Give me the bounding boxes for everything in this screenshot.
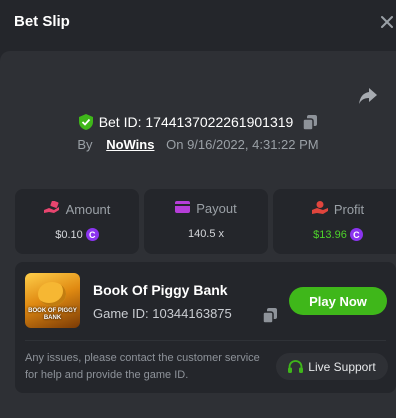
piggy-bank-icon [38, 282, 66, 306]
live-support-label: Live Support [308, 359, 376, 374]
play-now-button[interactable]: Play Now [289, 287, 387, 315]
game-id: Game ID: 10344163875 [93, 306, 232, 321]
live-support-button[interactable]: Live Support [276, 353, 388, 380]
coins-hand-icon [43, 200, 60, 217]
stat-profit: Profit $13.96 C [273, 189, 396, 254]
game-name: Book Of Piggy Bank [93, 282, 228, 298]
divider [25, 340, 386, 341]
headset-icon [288, 359, 304, 374]
share-icon[interactable] [358, 87, 378, 105]
bet-id: Bet ID: 1744137022261901319 [98, 114, 294, 130]
bet-stats: Amount $0.10 C Payout 140.5 x Profit $13… [15, 189, 396, 254]
thumbnail-title: BOOK OF PIGGY BANK [28, 308, 77, 321]
stat-payout: Payout 140.5 x [144, 189, 268, 254]
by-label: By [77, 137, 93, 152]
game-card: BOOK OF PIGGY BANK Book Of Piggy Bank Ga… [15, 262, 396, 393]
support-notice: Any issues, please contact the customer … [25, 352, 260, 381]
money-hand-icon [311, 201, 328, 217]
coin-icon: C [349, 228, 363, 241]
bet-id-row: Bet ID: 1744137022261901319 [0, 114, 396, 134]
header: Bet Slip [0, 0, 396, 44]
stat-payout-value: 140.5 x [187, 228, 225, 240]
game-thumbnail[interactable]: BOOK OF PIGGY BANK [25, 273, 80, 328]
stat-profit-label: Profit [333, 201, 365, 217]
user-link[interactable]: NoWins [106, 137, 154, 152]
close-icon[interactable] [378, 14, 396, 32]
shield-check-icon [78, 114, 93, 130]
bet-author-row: By NoWins On 9/16/2022, 4:31:22 PM [0, 137, 396, 157]
stat-profit-value: $13.96 [313, 228, 347, 241]
copy-game-id-icon[interactable] [262, 308, 277, 324]
stat-amount-value: $0.10 [55, 228, 83, 241]
bet-datetime: 9/16/2022, 4:31:22 PM [187, 137, 319, 152]
stat-payout-label: Payout [196, 201, 237, 216]
stat-amount: Amount $0.10 C [15, 189, 139, 254]
coin-icon: C [85, 228, 99, 241]
on-label: On [166, 137, 184, 152]
copy-icon[interactable] [302, 114, 318, 131]
stat-amount-label: Amount [65, 201, 111, 217]
page-title: Bet Slip [14, 13, 70, 30]
wallet-icon [175, 201, 191, 216]
